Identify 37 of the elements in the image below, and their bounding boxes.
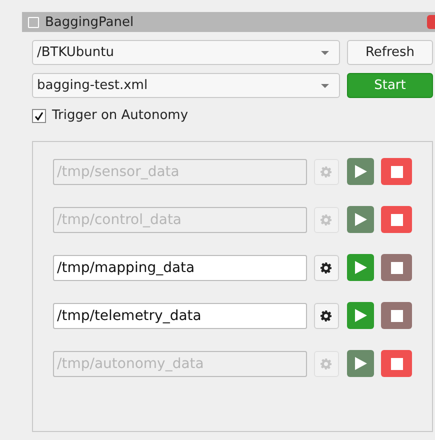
stop-icon bbox=[390, 310, 403, 322]
play-icon bbox=[354, 165, 367, 178]
path-field[interactable]: /tmp/mapping_data bbox=[53, 254, 306, 280]
stop-button[interactable] bbox=[381, 206, 412, 233]
play-icon bbox=[354, 309, 367, 322]
stop-button[interactable] bbox=[381, 350, 412, 377]
gear-icon bbox=[320, 166, 332, 178]
gear-icon bbox=[320, 262, 332, 274]
gear-icon bbox=[320, 358, 332, 370]
gear-icon bbox=[320, 214, 332, 226]
stop-button[interactable] bbox=[381, 302, 412, 329]
gear-icon bbox=[320, 310, 332, 322]
stop-button[interactable] bbox=[381, 158, 412, 185]
host-dropdown[interactable]: /BTKUbuntu bbox=[32, 40, 340, 65]
checkbox-label: Trigger on Autonomy bbox=[52, 108, 188, 123]
play-button[interactable] bbox=[347, 254, 374, 281]
stop-icon bbox=[390, 262, 403, 274]
checkbox[interactable] bbox=[32, 108, 46, 122]
play-button[interactable] bbox=[347, 206, 374, 233]
caret-icon bbox=[321, 84, 329, 88]
refresh-button[interactable]: Refresh bbox=[347, 40, 433, 65]
stop-icon bbox=[390, 166, 403, 178]
play-icon bbox=[354, 213, 367, 226]
caret-icon bbox=[321, 50, 329, 54]
play-icon bbox=[354, 261, 367, 274]
settings-button[interactable] bbox=[314, 302, 340, 328]
stop-icon bbox=[390, 358, 403, 370]
window-title: BaggingPanel bbox=[45, 14, 134, 30]
stop-button[interactable] bbox=[381, 254, 412, 281]
config-dropdown[interactable]: bagging-test.xml bbox=[32, 73, 340, 98]
play-icon bbox=[354, 357, 367, 370]
play-button[interactable] bbox=[347, 350, 374, 377]
settings-button[interactable] bbox=[314, 254, 340, 280]
play-button[interactable] bbox=[347, 158, 374, 185]
stop-icon bbox=[390, 214, 403, 226]
path-field[interactable]: /tmp/telemetry_data bbox=[53, 302, 306, 328]
play-button[interactable] bbox=[347, 302, 374, 329]
